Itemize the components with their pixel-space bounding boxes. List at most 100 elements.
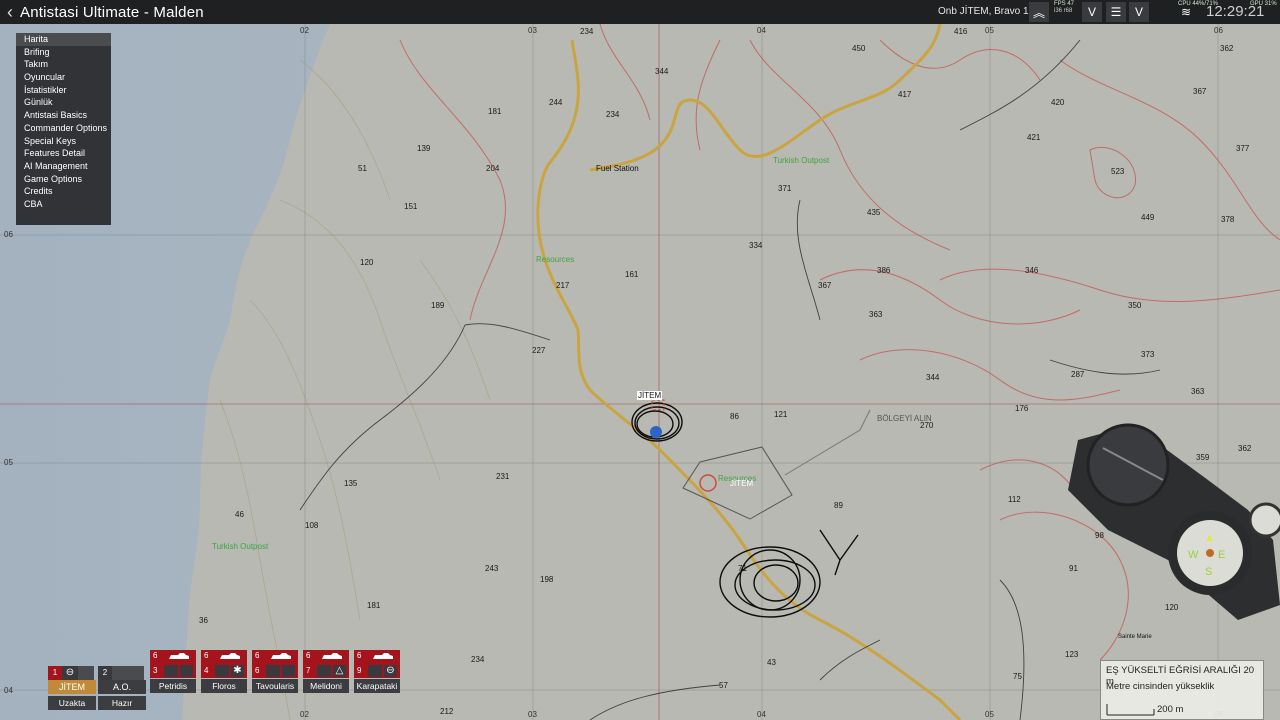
grid-label-x-02-bottom: 02	[300, 710, 309, 719]
elevation-label: 377	[1236, 144, 1250, 153]
layers-icon[interactable]: ≋	[1176, 2, 1196, 22]
group-name: Petridis	[150, 679, 196, 693]
elevation-label: 86	[730, 412, 739, 421]
grid-label-y-06: 06	[4, 230, 13, 239]
menu-item-ai-management[interactable]: AI Management	[16, 160, 111, 173]
elevation-label: 189	[431, 301, 445, 310]
elevation-label: 123	[1065, 650, 1079, 659]
menu-item-commander-options[interactable]: Commander Options	[16, 122, 111, 135]
menu-item-oyuncular[interactable]: Oyuncular	[16, 71, 111, 84]
menu-item-cba[interactable]: CBA	[16, 198, 111, 211]
vehicle-icon	[271, 653, 291, 659]
medic-icon: ✱	[231, 665, 244, 677]
elevation-label: 217	[556, 281, 570, 290]
group-ao[interactable]: 2 A.O. Hazır	[98, 666, 146, 716]
grid-label-x-03: 03	[528, 26, 537, 35]
elevation-label: 36	[199, 616, 208, 625]
gps-icon[interactable]: ☰	[1106, 2, 1126, 22]
fuel-station-label: Fuel Station	[596, 164, 639, 173]
elevation-label: 112	[1008, 495, 1021, 504]
menu-item-takim[interactable]: Takım	[16, 58, 111, 71]
grid-label-x-04-bottom: 04	[757, 710, 766, 719]
group-slot	[266, 665, 280, 677]
elevation-label: 212	[440, 707, 454, 716]
elevation-label: 176	[1015, 404, 1029, 413]
grid-label-x-03-bottom: 03	[528, 710, 537, 719]
group-slot	[78, 666, 94, 680]
elevation-label: 231	[496, 472, 510, 481]
triangle-icon: △	[333, 665, 346, 677]
elevation-label: 89	[834, 501, 843, 510]
elevation-label: 234	[580, 27, 594, 36]
elevation-label: 416	[954, 27, 968, 36]
group-name: Melidoni	[303, 679, 349, 693]
menu-item-harita[interactable]: Harita	[16, 33, 111, 46]
town-label: Sainte Marie	[1118, 634, 1152, 640]
menu-item-special-keys[interactable]: Special Keys	[16, 135, 111, 148]
menu-item-features-detail[interactable]: Features Detail	[16, 147, 111, 160]
group-petridis[interactable]: 6 3 Petridis	[150, 650, 196, 700]
svg-text:W: W	[1188, 549, 1199, 561]
group-slot	[215, 665, 229, 677]
menu-item-brifing[interactable]: Brifing	[16, 46, 111, 59]
elevation-label: 363	[1191, 387, 1205, 396]
group-melidoni[interactable]: 6 7 △ Melidoni	[303, 650, 349, 700]
group-count: 6	[153, 651, 158, 660]
vehicle-icon	[322, 653, 342, 659]
menu-item-antistasi-basics[interactable]: Antistasi Basics	[16, 109, 111, 122]
elevation-label: 108	[305, 521, 319, 530]
fps-readout: FPS 47	[1054, 1, 1075, 7]
group-number: 6	[255, 666, 260, 675]
group-name: JİTEM	[48, 680, 96, 694]
group-karapataki[interactable]: 6 9 ⊖ Karapataki	[354, 650, 400, 700]
elevation-label: 57	[719, 681, 728, 690]
group-status: Hazır	[98, 696, 146, 710]
chevron-left-icon[interactable]: ‹	[0, 2, 20, 23]
chevron-up-icon[interactable]: ︽	[1029, 2, 1049, 22]
grid-label-x-05-bottom: 05	[985, 710, 994, 719]
elevation-label: 344	[655, 67, 669, 76]
scale-label: 200 m	[1157, 704, 1184, 715]
vehicle-icon	[169, 653, 189, 659]
grid-label-y-04: 04	[4, 686, 13, 695]
elevation-label: 378	[1221, 215, 1235, 224]
group-slot	[317, 665, 331, 677]
group-number: 7	[306, 666, 311, 675]
elevation-label: 243	[485, 564, 499, 573]
menu-item-credits[interactable]: Credits	[16, 185, 111, 198]
elevation-label: 371	[778, 184, 792, 193]
elevation-label: 120	[360, 258, 374, 267]
menu-item-istatistikler[interactable]: İstatistikler	[16, 84, 111, 97]
chevron-down-icon[interactable]: V	[1129, 2, 1149, 22]
minus-circle-icon: ⊖	[384, 665, 397, 677]
elevation-label: 350	[1128, 301, 1142, 310]
jitem-marker-label: JİTEM	[637, 391, 663, 400]
turkish-outpost-label: Turkish Outpost	[773, 156, 830, 165]
svg-text:▲: ▲	[1204, 532, 1215, 544]
group-slot	[368, 665, 382, 677]
group-name: Floros	[201, 679, 247, 693]
elevation-label: 386	[877, 266, 891, 275]
group-count: 6	[306, 651, 311, 660]
group-name: A.O.	[98, 680, 146, 694]
elevation-label: 334	[749, 241, 763, 250]
elevation-label: 363	[869, 310, 883, 319]
grid-label-x-05: 05	[985, 26, 994, 35]
menu-item-game-options[interactable]: Game Options	[16, 173, 111, 186]
group-jitem[interactable]: 1 ⊖ JİTEM Uzakta	[48, 666, 96, 716]
menu-item-gunluk[interactable]: Günlük	[16, 96, 111, 109]
chevron-down-icon[interactable]: V	[1082, 2, 1102, 22]
group-number: 9	[357, 666, 362, 675]
elevation-label: 71	[738, 564, 747, 573]
group-floros[interactable]: 6 4 ✱ Floros	[201, 650, 247, 700]
elevation-label: 151	[404, 202, 418, 211]
group-tavoularis[interactable]: 6 6 Tavoularis	[252, 650, 298, 700]
window-title: Antistasi Ultimate - Malden	[20, 3, 204, 21]
elevation-label: 523	[1111, 167, 1125, 176]
elevation-label: 43	[767, 658, 776, 667]
elevation-label: 234	[606, 110, 620, 119]
elevation-label: 417	[898, 90, 912, 99]
map-menu: Harita Brifing Takım Oyuncular İstatisti…	[16, 33, 111, 225]
group-slot	[164, 665, 178, 677]
group-status: Uzakta	[48, 696, 96, 710]
